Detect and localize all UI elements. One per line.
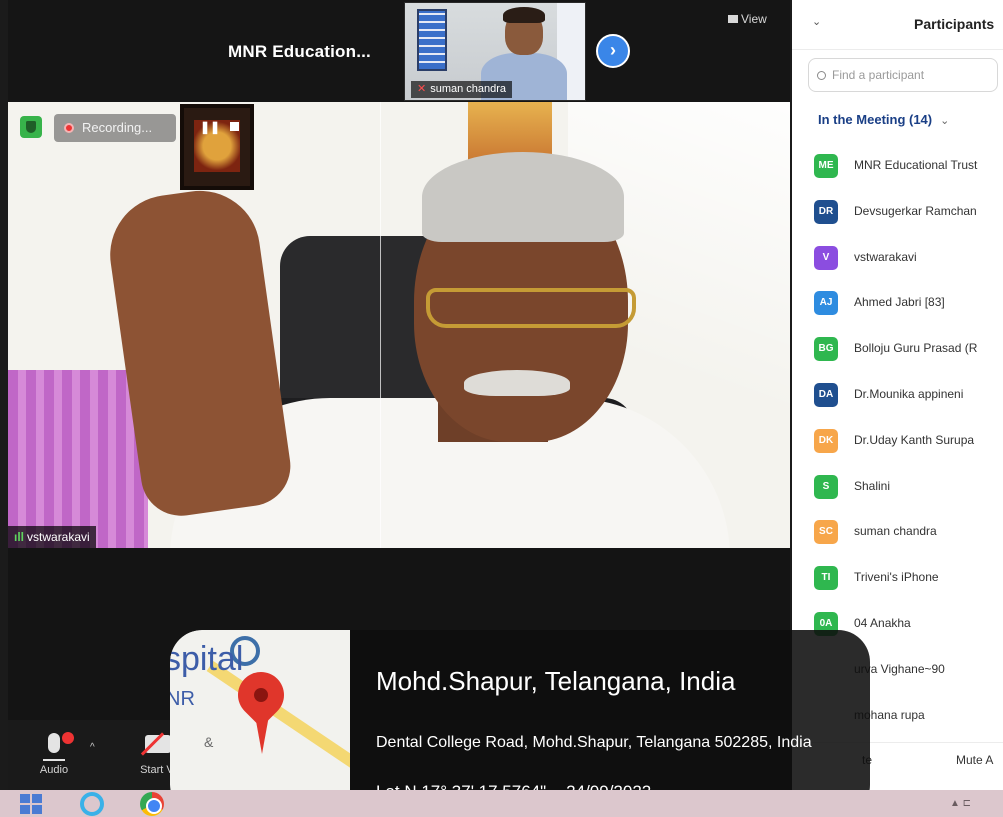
participants-header: ⌄ Participants xyxy=(792,0,1003,50)
map-label: NR xyxy=(170,688,195,710)
participant-name: Devsugerkar Ramchan xyxy=(854,203,977,218)
framed-photo xyxy=(180,104,254,190)
search-placeholder: Find a participant xyxy=(832,68,925,82)
view-button[interactable]: View xyxy=(728,12,767,26)
avatar: ME xyxy=(814,154,838,178)
avatar: DR xyxy=(814,199,838,224)
participant-name: suman chandra xyxy=(854,524,937,539)
participant-row[interactable]: S Shalini xyxy=(792,465,1003,511)
in-meeting-label: In the Meeting (14) xyxy=(818,112,933,127)
avatar: V xyxy=(814,245,838,270)
grid-view-icon xyxy=(728,15,738,23)
participant-name: 04 Anakha xyxy=(854,615,911,630)
video-name: vstwarakavi xyxy=(27,530,90,544)
thumbnail-name-tag: ✕ suman chandra xyxy=(411,81,513,98)
windows-taskbar: ▲ ⊏ xyxy=(0,790,1003,817)
signal-bars-icon: ıll xyxy=(14,530,25,544)
collapse-panel-button[interactable]: ⌄ xyxy=(812,15,821,28)
pause-recording-button[interactable]: ❚❚ xyxy=(200,120,220,134)
audio-label: Audio xyxy=(39,764,69,776)
participant-row[interactable]: SC suman chandra xyxy=(792,510,1003,556)
participant-row[interactable]: ME MNR Educational Trust xyxy=(792,144,1003,190)
avatar: DK xyxy=(814,428,838,453)
participant-search-input[interactable]: Find a participant xyxy=(808,58,998,92)
participant-row[interactable]: DA Dr.Mounika appineni xyxy=(792,373,1003,419)
audio-options-caret[interactable]: ^ xyxy=(90,742,95,753)
speaker-glasses xyxy=(426,288,636,328)
mute-all-on-entry-button[interactable]: Mute A xyxy=(956,753,993,767)
avatar: S xyxy=(814,474,838,499)
map-label: spital xyxy=(170,640,244,678)
participant-name: Bolloju Guru Prasad (R xyxy=(854,341,978,356)
windows-start-icon[interactable] xyxy=(20,794,42,814)
meeting-top-bar: MNR Education... ✕ suman chandra › View xyxy=(8,0,790,102)
avatar: TI xyxy=(814,566,838,591)
participant-name: MNR Educational Trust xyxy=(854,158,978,172)
microphone-icon xyxy=(14,732,94,761)
avatar: AJ xyxy=(814,291,838,316)
record-dot-icon xyxy=(64,123,74,133)
location-pin-tail xyxy=(254,710,270,754)
stamp-address: Dental College Road, Mohd.Shapur, Telang… xyxy=(376,734,812,751)
participant-name: vstwarakavi xyxy=(854,249,917,264)
internet-explorer-icon[interactable] xyxy=(80,792,104,816)
mic-muted-icon: ✕ xyxy=(417,83,427,95)
recording-indicator: Recording... xyxy=(54,114,176,142)
map-label: & xyxy=(204,734,214,750)
participant-thumbnail[interactable]: ✕ suman chandra xyxy=(404,2,586,101)
gps-location-stamp: spital NR & Mohd.Shapur, Telangana, Indi… xyxy=(170,630,870,817)
next-page-button[interactable]: › xyxy=(596,34,630,68)
in-meeting-section-toggle[interactable]: In the Meeting (14) ⌄ xyxy=(818,112,949,127)
security-shield-icon[interactable] xyxy=(20,116,42,138)
chrome-icon[interactable] xyxy=(140,792,164,816)
participant-name: Triveni's iPhone xyxy=(854,570,939,585)
stop-recording-button[interactable] xyxy=(230,122,239,131)
speaker-hair xyxy=(422,152,624,242)
participant-row[interactable]: DR Devsugerkar Ramchan xyxy=(792,190,1003,236)
video-divider xyxy=(380,102,381,548)
meeting-title: MNR Education... xyxy=(228,42,371,61)
participant-name: Shalini xyxy=(854,478,891,493)
avatar: BG xyxy=(814,337,838,362)
speaker-mustache xyxy=(464,370,570,396)
participant-row[interactable]: AJ Ahmed Jabri [83] xyxy=(792,281,1003,327)
search-icon xyxy=(817,71,826,80)
participant-row[interactable]: DK Dr.Uday Kanth Surupa xyxy=(792,419,1003,465)
participant-name: Dr.Mounika appineni xyxy=(854,386,964,401)
thumbnail-person-hair xyxy=(503,7,545,23)
video-name-tag: ıll vstwarakavi xyxy=(8,526,96,548)
chevron-down-icon: ⌄ xyxy=(940,115,950,127)
participant-row[interactable]: TI Triveni's iPhone xyxy=(792,556,1003,602)
mic-alert-badge xyxy=(62,732,74,744)
wall-poster xyxy=(417,9,447,71)
avatar: SC xyxy=(814,520,838,545)
location-map: spital NR & xyxy=(170,630,350,817)
participant-row[interactable]: Vvstwarakavi xyxy=(792,236,1003,282)
audio-button[interactable]: ^ Audio xyxy=(14,732,95,776)
recording-label: Recording... xyxy=(82,120,153,135)
participants-title: Participants xyxy=(914,16,995,32)
curtain xyxy=(8,370,148,548)
avatar: DA xyxy=(814,382,838,407)
participant-row[interactable]: BG Bolloju Guru Prasad (R xyxy=(792,327,1003,373)
participant-name: Dr.Uday Kanth Surupa xyxy=(854,432,975,447)
stamp-place: Mohd.Shapur, Telangana, India xyxy=(376,666,736,696)
main-video: Recording... ❚❚ ıll vstwarakavi xyxy=(8,102,790,548)
participant-name: Ahmed Jabri [83] xyxy=(854,295,945,310)
thumbnail-name: suman chandra xyxy=(430,83,507,95)
view-label: View xyxy=(741,12,767,26)
system-tray[interactable]: ▲ ⊏ xyxy=(950,798,971,809)
